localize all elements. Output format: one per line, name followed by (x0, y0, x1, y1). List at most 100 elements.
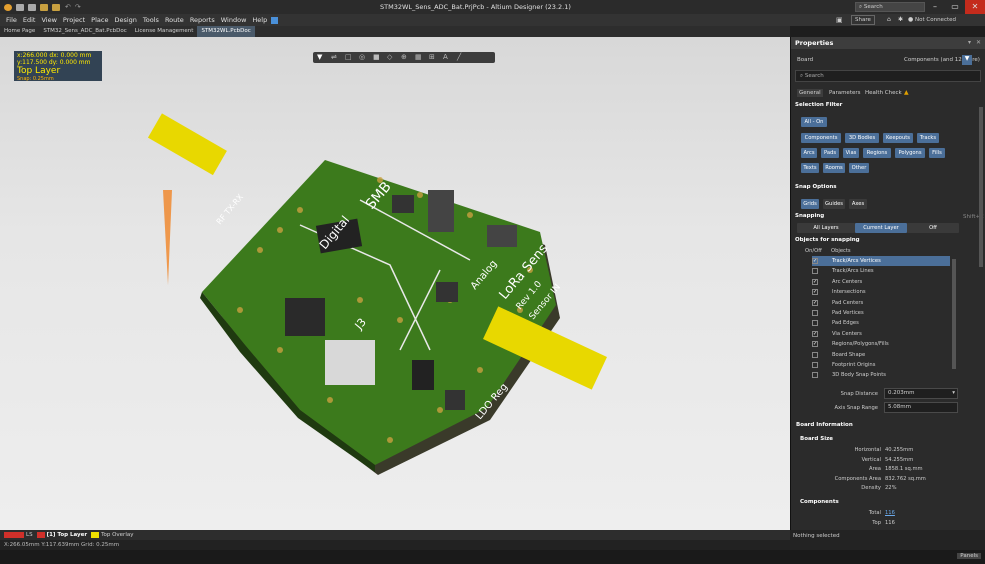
home-icon[interactable]: ⌂ (887, 16, 891, 23)
maximize-button[interactable]: ▭ (945, 0, 965, 14)
menu-project[interactable]: Project (63, 16, 85, 24)
component-count-value[interactable]: 116 (885, 510, 895, 516)
dimension-icon[interactable]: ⊞ (429, 53, 435, 61)
route-icon[interactable]: ⇌ (331, 53, 337, 61)
filter-polygons[interactable]: Polygons (895, 148, 925, 158)
pcb-3d-viewport[interactable]: Digital SMB Analog LoRa Sens Rev 1.0 Sen… (0, 37, 790, 530)
layer-set-label[interactable]: LS (26, 532, 33, 538)
selection-filter-header[interactable]: Selection Filter (795, 102, 842, 108)
help-badge-icon[interactable] (271, 16, 279, 24)
panel-close-icon[interactable]: ✕ (976, 39, 981, 46)
polygon-icon[interactable]: ◇ (387, 53, 392, 61)
filter-3d-bodies[interactable]: 3D Bodies (845, 133, 879, 143)
share-button[interactable]: Share (851, 15, 875, 25)
panel-scrollbar[interactable] (979, 107, 983, 267)
filter-regions[interactable]: Regions (863, 148, 891, 158)
filter-tracks[interactable]: Tracks (917, 133, 939, 143)
component-icon[interactable]: ▦ (415, 53, 422, 61)
snap-object-checkbox[interactable]: ✓ (812, 299, 818, 306)
snap-object-checkbox[interactable] (812, 362, 818, 368)
save-icon[interactable] (28, 3, 36, 11)
menu-edit[interactable]: Edit (23, 16, 36, 24)
snap-object-checkbox[interactable] (812, 351, 818, 358)
undo-icon[interactable]: ↶ (65, 3, 71, 11)
tab-health-check[interactable]: Health Check (865, 90, 902, 96)
snap-object-row[interactable]: Footprint Origins (812, 360, 950, 370)
new-icon[interactable] (16, 3, 24, 11)
snap-object-checkbox[interactable] (812, 268, 818, 275)
filter-texts[interactable]: Texts (801, 163, 819, 173)
snap-distance-field[interactable]: 0.203mm ▾ (884, 388, 958, 399)
menu-place[interactable]: Place (91, 16, 108, 24)
open-icon[interactable] (40, 3, 48, 11)
snap-off[interactable]: Off (907, 223, 959, 233)
snap-current-layer[interactable]: Current Layer (855, 223, 907, 233)
snap-object-row[interactable]: ✓ Via Centers (812, 329, 950, 339)
snap-object-checkbox[interactable] (812, 320, 818, 327)
snap-tab-grids[interactable]: Grids (801, 199, 819, 209)
minimize-button[interactable]: – (925, 0, 945, 14)
close-button[interactable]: ✕ (965, 0, 985, 14)
panel-search-input[interactable]: ⌕ Search (795, 70, 981, 82)
menu-view[interactable]: View (41, 16, 56, 24)
snap-object-row[interactable]: ✓ Arc Centers (812, 277, 950, 287)
menu-route[interactable]: Route (165, 16, 184, 24)
snap-object-checkbox[interactable]: ✓ (812, 341, 818, 348)
filter-components[interactable]: Components (801, 133, 841, 143)
tab-general[interactable]: General (797, 89, 823, 97)
snap-object-checkbox[interactable]: ✓ (812, 278, 818, 285)
filter-keepouts[interactable]: Keepouts (883, 133, 913, 143)
menu-help[interactable]: Help (252, 16, 267, 24)
tab-parameters[interactable]: Parameters (829, 90, 860, 96)
filter-vias[interactable]: Vias (843, 148, 859, 158)
select-icon[interactable]: □ (345, 53, 352, 61)
snap-scrollbar[interactable] (952, 259, 956, 369)
snap-tab-axes[interactable]: Axes (849, 199, 867, 209)
snap-object-row[interactable]: Board Shape (812, 350, 950, 360)
filter-icon[interactable]: ▼ (317, 53, 322, 61)
menu-reports[interactable]: Reports (190, 16, 215, 24)
tab-stm32wl-pcbdoc[interactable]: STM32WL.PcbDoc (197, 26, 255, 37)
filter-rooms[interactable]: Rooms (823, 163, 845, 173)
filter-arcs[interactable]: Arcs (801, 148, 817, 158)
connection-status[interactable]: Not Connected (915, 17, 956, 23)
snap-object-row[interactable]: ✓ Intersections (812, 287, 950, 297)
filter-fills[interactable]: Fills (929, 148, 945, 158)
snap-object-row[interactable]: ✓ Track/Arcs Vertices (812, 256, 950, 266)
chat-icon[interactable]: ▣ (836, 16, 843, 24)
filter-other[interactable]: Other (849, 163, 869, 173)
snap-object-checkbox[interactable] (812, 310, 818, 316)
filter-button[interactable]: ▼ (962, 55, 972, 65)
board-info-header[interactable]: Board Information (796, 422, 853, 428)
menu-tools[interactable]: Tools (143, 16, 159, 24)
all-on-button[interactable]: All - On (801, 117, 827, 127)
gear-icon[interactable]: ✱ (898, 16, 903, 23)
snap-object-row[interactable]: Track/Arcs Lines (812, 266, 950, 276)
snap-tab-guides[interactable]: Guides (823, 199, 845, 209)
measure-icon[interactable]: ⊕ (401, 53, 407, 61)
snap-object-checkbox[interactable] (812, 372, 818, 379)
fill-icon[interactable]: ■ (373, 53, 380, 61)
panel-pin-icon[interactable]: ▾ (968, 39, 971, 46)
quick-search-input[interactable]: ⌕ Search (855, 2, 925, 12)
panels-button[interactable]: Panels (957, 553, 981, 559)
snap-object-checkbox[interactable]: ✓ (812, 258, 818, 264)
menu-window[interactable]: Window (221, 16, 247, 24)
text-icon[interactable]: A (443, 53, 448, 61)
redo-icon[interactable]: ↷ (75, 3, 81, 11)
layer-tab-top[interactable]: [1] Top Layer (47, 532, 88, 538)
tab-home-page[interactable]: Home Page (0, 26, 39, 37)
snap-all-layers[interactable]: All Layers (797, 223, 855, 233)
snap-options-header[interactable]: Snap Options (795, 184, 837, 190)
line-icon[interactable]: ╱ (457, 53, 461, 61)
snap-object-checkbox[interactable]: ✓ (812, 330, 818, 337)
filter-pads[interactable]: Pads (821, 148, 839, 158)
tab-license-management[interactable]: License Management (131, 26, 198, 37)
snap-object-row[interactable]: Pad Vertices (812, 308, 950, 318)
folder-icon[interactable] (52, 3, 60, 11)
snap-object-checkbox[interactable]: ✓ (812, 289, 818, 296)
snap-object-row[interactable]: Pad Edges (812, 318, 950, 328)
snap-object-row[interactable]: 3D Body Snap Points (812, 370, 950, 380)
via-icon[interactable]: ◎ (359, 53, 365, 61)
user-icon[interactable]: ● (908, 16, 913, 23)
